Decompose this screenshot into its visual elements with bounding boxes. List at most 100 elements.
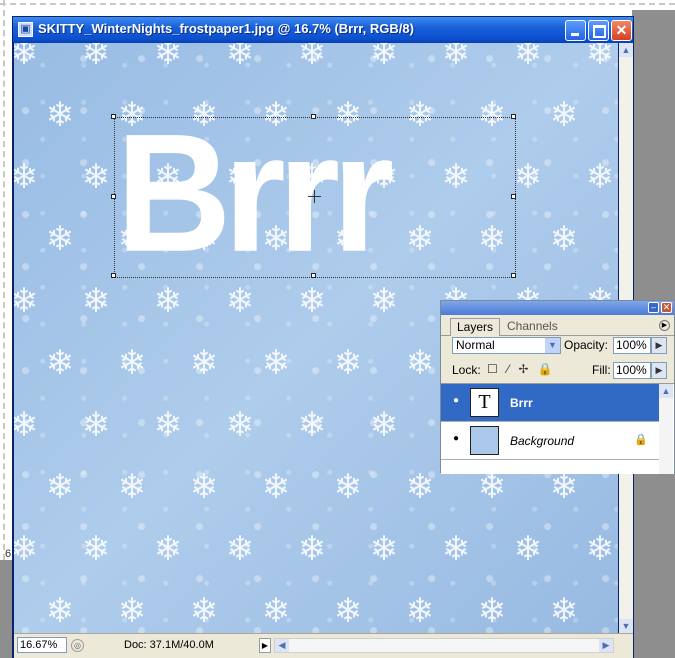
snowflake-icon: ❄ xyxy=(297,282,327,320)
status-menu-arrow-icon[interactable]: ▶ xyxy=(259,638,271,653)
snowflake-icon: ❄ xyxy=(513,43,543,72)
scroll-up-icon[interactable]: ▲ xyxy=(659,384,673,398)
layer-list: ● T Brrr ● Background 🔒 ▲ xyxy=(441,383,674,474)
tab-layers[interactable]: Layers xyxy=(450,318,501,336)
transform-handle-mr[interactable] xyxy=(511,194,516,199)
layers-panel-titlebar[interactable]: – ✕ xyxy=(441,301,674,315)
snowflake-icon: ❄ xyxy=(153,530,183,568)
snowflake-icon: ❄ xyxy=(45,468,75,506)
layer-row-background[interactable]: ● Background 🔒 xyxy=(441,422,659,460)
minimize-icon[interactable] xyxy=(565,20,586,41)
panel-tabs: Layers Channels ▶ xyxy=(441,315,674,336)
background-layer-thumbnail xyxy=(470,426,499,455)
snowflake-icon: ❄ xyxy=(333,468,363,506)
snowflake-icon: ❄ xyxy=(441,43,471,72)
blend-mode-select[interactable]: Normal ▼ xyxy=(452,337,561,354)
transform-center-point[interactable] xyxy=(308,190,321,203)
zoom-level-field[interactable]: 16.67% xyxy=(17,637,67,653)
selection-marquee-left xyxy=(3,0,5,560)
transform-handle-bm[interactable] xyxy=(311,273,316,278)
snowflake-icon: ❄ xyxy=(405,468,435,506)
horizontal-scrollbar[interactable]: ◀ ▶ xyxy=(274,638,614,653)
fill-slider-arrow-icon[interactable]: ▶ xyxy=(651,362,667,379)
layer-row-brrr[interactable]: ● T Brrr xyxy=(441,384,659,422)
layers-panel[interactable]: – ✕ Layers Channels ▶ Normal ▼ Opacity: … xyxy=(440,300,675,474)
snowflake-icon: ❄ xyxy=(81,530,111,568)
opacity-field[interactable]: 100% xyxy=(613,337,651,354)
scroll-up-icon[interactable]: ▲ xyxy=(619,43,633,57)
layer-name: Background xyxy=(510,434,575,448)
snowflake-icon: ❄ xyxy=(189,592,219,630)
layer-name: Brrr xyxy=(510,396,533,410)
blend-mode-value: Normal xyxy=(456,338,495,352)
eye-icon[interactable]: ● xyxy=(450,396,462,406)
fill-field[interactable]: 100% xyxy=(613,362,651,379)
snowflake-icon: ❄ xyxy=(549,96,579,134)
scroll-left-icon[interactable]: ◀ xyxy=(275,639,289,652)
layers-scrollbar[interactable]: ▲ xyxy=(659,384,673,474)
snowflake-icon: ❄ xyxy=(369,530,399,568)
workspace-gray-area-left xyxy=(0,560,12,658)
opacity-label: Opacity: xyxy=(564,338,609,352)
snowflake-icon: ❄ xyxy=(117,468,147,506)
snowflake-icon: ❄ xyxy=(225,530,255,568)
snowflake-icon: ❄ xyxy=(616,95,618,135)
snowflake-icon: ❄ xyxy=(153,43,183,72)
transform-handle-bl[interactable] xyxy=(111,273,116,278)
transform-handle-ml[interactable] xyxy=(111,194,116,199)
transform-handle-br[interactable] xyxy=(511,273,516,278)
snowflake-icon: ❄ xyxy=(405,592,435,630)
snowflake-icon: ❄ xyxy=(81,406,111,444)
snowflake-icon: ❄ xyxy=(441,530,471,568)
snowflake-icon: ❄ xyxy=(297,530,327,568)
fill-label: Fill: xyxy=(592,363,611,377)
transform-handle-tr[interactable] xyxy=(511,114,516,119)
transform-handle-tl[interactable] xyxy=(111,114,116,119)
lock-label: Lock: xyxy=(452,363,481,377)
snowflake-icon: ❄ xyxy=(225,43,255,72)
partial-window-text: 6 xyxy=(5,548,12,560)
snowflake-icon: ❄ xyxy=(477,592,507,630)
snowflake-icon: ❄ xyxy=(585,158,615,196)
status-bar: 16.67% ◎ Doc: 37.1M/40.0M ▶ ◀ ▶ xyxy=(14,633,633,658)
snowflake-icon: ❄ xyxy=(14,43,39,72)
eye-icon[interactable]: ● xyxy=(450,434,462,444)
document-titlebar[interactable]: ▣ SKITTY_WinterNights_frostpaper1.jpg @ … xyxy=(13,17,633,43)
snowflake-icon: ❄ xyxy=(585,43,615,72)
snowflake-icon: ❄ xyxy=(261,592,291,630)
snowflake-icon: ❄ xyxy=(81,282,111,320)
tab-channels[interactable]: Channels xyxy=(501,318,564,335)
snowflake-icon: ❄ xyxy=(14,158,39,196)
snowflake-icon: ❄ xyxy=(14,530,39,568)
selection-marquee-top xyxy=(0,3,675,5)
snowflake-icon: ❄ xyxy=(616,219,618,259)
snowflake-icon: ❄ xyxy=(585,530,615,568)
snowflake-icon: ❄ xyxy=(297,406,327,444)
panel-minimize-icon[interactable]: – xyxy=(648,302,659,313)
snowflake-icon: ❄ xyxy=(225,406,255,444)
snowflake-icon: ❄ xyxy=(45,220,75,258)
snowflake-icon: ❄ xyxy=(616,591,618,631)
transform-handle-tm[interactable] xyxy=(311,114,316,119)
maximize-icon[interactable] xyxy=(588,20,609,41)
chevron-down-icon[interactable]: ▼ xyxy=(545,338,560,353)
snowflake-icon: ❄ xyxy=(369,406,399,444)
scroll-right-icon[interactable]: ▶ xyxy=(599,639,613,652)
snowflake-icon: ❄ xyxy=(261,344,291,382)
snowflake-icon: ❄ xyxy=(45,96,75,134)
snowflake-icon: ❄ xyxy=(549,220,579,258)
snowflake-icon: ❄ xyxy=(81,43,111,72)
close-icon[interactable]: ✕ xyxy=(611,20,632,41)
scroll-down-icon[interactable]: ▼ xyxy=(619,619,633,633)
snowflake-icon: ❄ xyxy=(297,43,327,72)
snowflake-icon: ❄ xyxy=(405,344,435,382)
snowflake-icon: ❄ xyxy=(369,43,399,72)
panel-close-icon[interactable]: ✕ xyxy=(661,302,672,313)
snowflake-icon: ❄ xyxy=(14,406,39,444)
snowflake-icon: ❄ xyxy=(513,530,543,568)
lock-options-icons[interactable]: ☐ ⁄ ✢ 🔒 xyxy=(487,362,556,376)
snowflake-icon: ❄ xyxy=(117,592,147,630)
status-info-icon[interactable]: ◎ xyxy=(71,639,84,652)
panel-menu-icon[interactable]: ▶ xyxy=(659,320,670,331)
opacity-slider-arrow-icon[interactable]: ▶ xyxy=(651,337,667,354)
